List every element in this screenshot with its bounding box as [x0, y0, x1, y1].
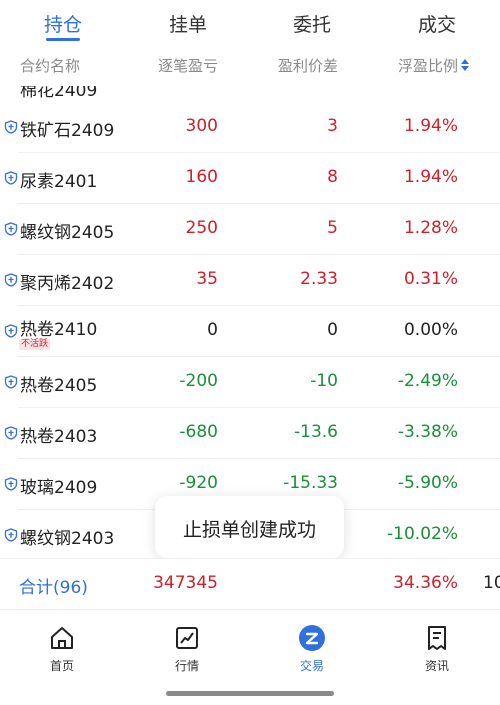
news-icon: [428, 626, 446, 650]
pnl-ratio-value: 1.94%: [403, 167, 458, 187]
nav-trade-label: 交易: [299, 659, 324, 673]
toast-text: 止损单创建成功: [182, 519, 316, 541]
contract-name: 热卷2403: [20, 427, 98, 447]
stop-loss-shield-icon: [4, 528, 18, 542]
trade-icon: [299, 625, 325, 651]
positions-table: 铁矿石2409 300 3 1.94% 尿素2401 160 8 1.94% 螺纹钢2405 25…: [0, 86, 500, 558]
table-row[interactable]: 聚丙烯2402 35 2.33 0.31%: [0, 255, 500, 306]
column-header-price-diff[interactable]: 盈利价差: [278, 55, 338, 76]
table-header: 合约名称 逐笔盈亏 盈利价差 浮盈比例: [0, 44, 500, 87]
tab-trades[interactable]: 成交: [418, 10, 456, 37]
stop-loss-shield-icon: [4, 426, 18, 440]
nav-news[interactable]: 资讯: [397, 624, 477, 674]
pnl-ratio-value: -10.02%: [387, 524, 458, 544]
contract-name: 热卷2410: [20, 320, 98, 340]
nav-news-label: 资讯: [424, 659, 449, 673]
active-tab-indicator: [46, 38, 80, 41]
table-row[interactable]: 热卷2410 不活跃 0 0 0.00%: [0, 306, 500, 357]
pnl-each-value: -920: [179, 473, 218, 493]
table-row[interactable]: 铁矿石2409 300 3 1.94%: [0, 102, 500, 153]
contract-name: 热卷2405: [20, 376, 98, 396]
contract-name: 尿素2401: [20, 172, 98, 192]
home-indicator[interactable]: [166, 691, 334, 696]
pnl-each-value: 300: [185, 116, 218, 136]
inactive-badge: 不活跃: [19, 339, 51, 350]
sort-icon[interactable]: [460, 58, 470, 72]
pnl-ratio-value: -3.38%: [397, 422, 458, 442]
table-row[interactable]: 热卷2405 -200 -10 -2.49%: [0, 357, 500, 408]
nav-market[interactable]: 行情: [147, 624, 227, 674]
pnl-ratio-value: -2.49%: [397, 371, 458, 391]
nav-home-label: 首页: [49, 659, 74, 673]
total-row: 合计(96) 347345 34.36% 10: [0, 558, 500, 609]
chart-icon: [176, 627, 198, 649]
total-ratio: 34.36%: [393, 573, 458, 593]
contract-name: 铁矿石2409: [20, 121, 115, 141]
price-diff-value: 8: [327, 167, 338, 187]
pnl-each-value: 160: [185, 167, 218, 187]
pnl-ratio-value: 1.28%: [403, 218, 458, 238]
pnl-each-value: -680: [179, 422, 218, 442]
partial-row: 棉花2409: [0, 86, 500, 102]
total-pnl: 347345: [153, 573, 218, 593]
stop-loss-shield-icon: [4, 324, 18, 338]
nav-home[interactable]: 首页: [22, 624, 102, 674]
column-header-name: 合约名称: [20, 57, 81, 75]
total-label[interactable]: 合计(96): [19, 573, 88, 598]
home-icon: [51, 627, 73, 649]
price-diff-value: -15.33: [283, 473, 338, 493]
table-row[interactable]: 热卷2403 -680 -13.6 -3.38%: [0, 408, 500, 459]
stop-loss-shield-icon: [4, 273, 18, 287]
contract-name: 聚丙烯2402: [20, 274, 115, 294]
nav-trade[interactable]: 交易: [272, 624, 352, 674]
price-diff-value: 3: [327, 116, 338, 136]
tab-positions[interactable]: 持仓: [44, 10, 82, 37]
total-overflow-value: 10: [483, 573, 500, 593]
pnl-ratio-value: 0.31%: [403, 269, 458, 289]
price-diff-value: 2.33: [300, 269, 338, 289]
stop-loss-shield-icon: [4, 171, 18, 185]
tab-orders[interactable]: 委托: [293, 10, 331, 37]
contract-name: 玻璃2409: [20, 478, 98, 498]
price-diff-value: 0: [327, 320, 338, 340]
stop-loss-shield-icon: [4, 477, 18, 491]
pnl-each-value: 250: [185, 218, 218, 238]
stop-loss-shield-icon: [4, 222, 18, 236]
pnl-each-value: -200: [179, 371, 218, 391]
pnl-each-value: 35: [196, 269, 218, 289]
nav-market-label: 行情: [174, 659, 199, 673]
bottom-navigation: 首页 行情 交易 资讯: [0, 609, 500, 705]
position-tabs: 持仓 挂单 委托 成交: [0, 0, 500, 44]
pnl-ratio-value: -5.90%: [397, 473, 458, 493]
price-diff-value: -10: [310, 371, 338, 391]
price-diff-value: -13.6: [294, 422, 338, 442]
price-diff-value: 5: [327, 218, 338, 238]
pnl-each-value: 0: [207, 320, 218, 340]
tab-pending[interactable]: 挂单: [169, 10, 207, 37]
stop-loss-shield-icon: [4, 375, 18, 389]
table-row[interactable]: 尿素2401 160 8 1.94%: [0, 153, 500, 204]
partial-row-name: 棉花2409: [20, 86, 98, 101]
column-header-pnl-each[interactable]: 逐笔盈亏: [158, 55, 218, 76]
contract-name: 螺纹钢2403: [20, 529, 115, 549]
contract-name: 螺纹钢2405: [20, 223, 115, 243]
column-header-pnl-ratio[interactable]: 浮盈比例: [398, 55, 458, 76]
pnl-ratio-value: 1.94%: [403, 116, 458, 136]
pnl-ratio-value: 0.00%: [403, 320, 458, 340]
toast-message: 止损单创建成功: [155, 496, 344, 558]
table-row[interactable]: 螺纹钢2405 250 5 1.28%: [0, 204, 500, 255]
stop-loss-shield-icon: [4, 120, 18, 134]
